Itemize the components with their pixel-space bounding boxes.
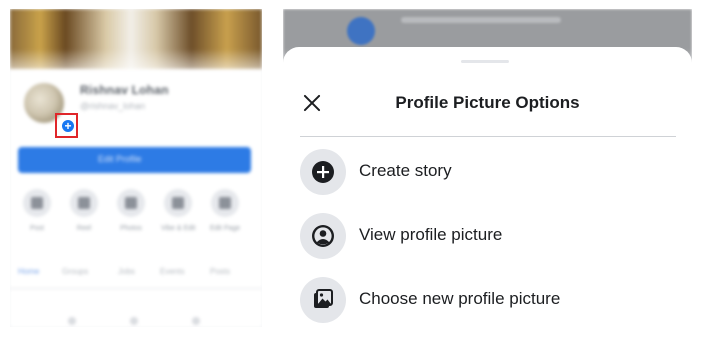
edit-profile-label: Edit Profile bbox=[98, 154, 142, 164]
sheet-grabber-handle[interactable] bbox=[461, 60, 509, 63]
action-label: Vibe & Edit bbox=[161, 225, 196, 232]
action-post[interactable]: Post bbox=[20, 189, 54, 232]
action-label: Photos bbox=[120, 225, 142, 232]
option-view-profile-picture[interactable]: View profile picture bbox=[300, 213, 680, 259]
reel-icon bbox=[70, 189, 98, 217]
profile-page-panel: Rishnav Lohan @rishnav_lohan Edit Profil… bbox=[10, 9, 262, 327]
profile-tabs: Home Groups Jobs Events Posts bbox=[10, 259, 262, 289]
divider bbox=[300, 136, 676, 137]
tab-posts[interactable]: Posts bbox=[210, 267, 230, 276]
option-label: Create story bbox=[359, 161, 452, 180]
cover-fade bbox=[10, 49, 262, 69]
option-label: View profile picture bbox=[359, 225, 503, 244]
post-icon bbox=[23, 189, 51, 217]
bottom-sheet: Profile Picture Options Create story Vie… bbox=[283, 47, 692, 336]
profile-name: Rishnav Lohan bbox=[80, 83, 169, 97]
screenshot-composite: Rishnav Lohan @rishnav_lohan Edit Profil… bbox=[0, 0, 713, 360]
action-label: Edit Page bbox=[209, 225, 241, 232]
action-label: Post bbox=[29, 225, 44, 232]
vibe-icon bbox=[164, 189, 192, 217]
action-vibe[interactable]: Vibe & Edit bbox=[161, 189, 196, 232]
profile-actions: Post Reel Photos Vibe & Edit Edit Page bbox=[20, 189, 252, 239]
background-avatar bbox=[347, 17, 375, 45]
pencil-icon bbox=[211, 189, 239, 217]
option-label: Choose new profile picture bbox=[359, 289, 561, 308]
photos-icon bbox=[117, 189, 145, 217]
bottom-nav bbox=[10, 311, 262, 327]
profile-picture-options-panel: Profile Picture Options Create story Vie… bbox=[283, 9, 692, 336]
profile-handle: @rishnav_lohan bbox=[80, 101, 146, 111]
tab-groups[interactable]: Groups bbox=[62, 267, 88, 276]
tab-jobs[interactable]: Jobs bbox=[118, 267, 135, 276]
tab-events[interactable]: Events bbox=[160, 267, 184, 276]
nav-dot[interactable] bbox=[68, 317, 76, 325]
sheet-title: Profile Picture Options bbox=[395, 93, 580, 112]
action-label: Reel bbox=[76, 225, 92, 232]
option-choose-new-profile-picture[interactable]: Choose new profile picture bbox=[300, 277, 680, 323]
highlight-annotation bbox=[55, 113, 78, 138]
tab-home[interactable]: Home bbox=[18, 267, 39, 276]
action-edit-page[interactable]: Edit Page bbox=[208, 189, 242, 232]
user-circle-icon bbox=[300, 213, 346, 259]
profile-page-blurred: Rishnav Lohan @rishnav_lohan Edit Profil… bbox=[10, 9, 262, 327]
plus-circle-icon bbox=[300, 149, 346, 195]
option-create-story[interactable]: Create story bbox=[300, 149, 680, 195]
nav-dot[interactable] bbox=[192, 317, 200, 325]
action-reel[interactable]: Reel bbox=[67, 189, 101, 232]
action-photos[interactable]: Photos bbox=[114, 189, 148, 232]
background-text-line bbox=[401, 17, 561, 23]
nav-dot[interactable] bbox=[130, 317, 138, 325]
image-gallery-icon bbox=[300, 277, 346, 323]
profile-card: Rishnav Lohan @rishnav_lohan Edit Profil… bbox=[10, 69, 262, 327]
